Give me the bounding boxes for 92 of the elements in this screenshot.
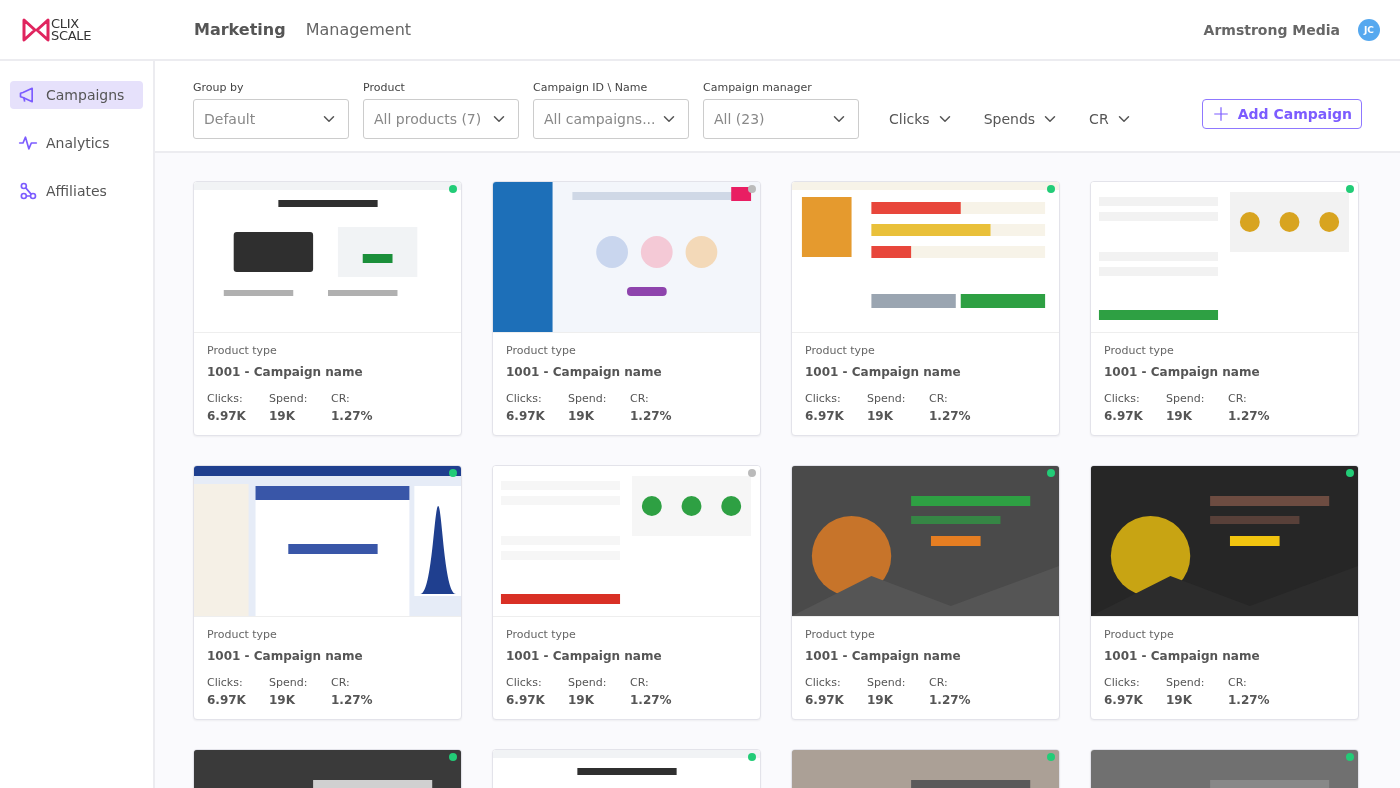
campaign-name: 1001 - Campaign name [1104,365,1261,379]
stat-value: 1.27% [929,693,971,707]
nav-tab[interactable]: Management [305,20,412,39]
sort-menu[interactable]: Clicks [881,107,962,131]
stat-label: Clicks: [805,676,842,689]
stat-label: CR: [331,676,351,689]
campaign-card[interactable]: Product type 1001 - Campaign name Clicks: 6.97K Spend: 19K CR: 1.27% [791,181,1060,436]
dropdown[interactable]: Default [193,99,349,139]
sort-menu[interactable]: CR [1081,107,1141,131]
sidebar-item[interactable]: Affiliates [10,177,143,205]
stat-label: CR: [331,392,351,405]
stat-label: Spend: [269,392,309,405]
stat-value: 6.97K [506,409,546,423]
stat-value: 1.27% [1228,409,1270,423]
stat-value: 1.27% [331,693,373,707]
product-type: Product type [506,628,577,641]
stat-label: Spend: [568,392,608,405]
stat-value: 19K [867,409,894,423]
campaign-name: 1001 - Campaign name [1104,649,1261,663]
nav-tab[interactable]: Marketing [194,20,286,39]
sort-menu[interactable]: Spends [975,107,1068,131]
stat-value: 1.27% [1228,693,1270,707]
product-type: Product type [1104,344,1175,357]
stat-value: 6.97K [1104,409,1144,423]
field-label: Campaign manager [703,81,813,94]
dropdown[interactable]: All products (7) [363,99,519,139]
stat-label: Clicks: [1104,392,1141,405]
dropdown[interactable]: All (23) [703,99,859,139]
product-type: Product type [805,628,876,641]
stat-label: CR: [630,392,650,405]
product-type: Product type [207,628,278,641]
stat-value: 19K [1166,409,1193,423]
stat-value: 6.97K [207,693,247,707]
logo-text: CLIX [51,17,80,30]
stat-label: CR: [929,676,949,689]
logo-text: SCALE [51,29,92,42]
account-name: Armstrong Media [1203,21,1340,38]
stat-value: 19K [1166,693,1193,707]
stat-value: 6.97K [207,409,247,423]
stat-value: 19K [269,409,296,423]
campaign-card[interactable]: Product type 1001 - Campaign name Clicks: 6.97K Spend: 19K CR: 1.27% [1090,181,1359,436]
stat-label: Clicks: [506,676,543,689]
stat-label: Spend: [269,676,309,689]
stat-value: 1.27% [929,409,971,423]
product-type: Product type [506,344,577,357]
stat-label: CR: [929,392,949,405]
campaign-name: 1001 - Campaign name [207,365,364,379]
campaign-card[interactable]: Product type 1001 - Campaign name Clicks: 6.97K Spend: 19K CR: 1.27% [193,465,462,720]
field-label: Campaign ID \ Name [533,81,649,94]
stat-value: 1.27% [630,693,672,707]
stat-value: 1.27% [331,409,373,423]
product-type: Product type [1104,628,1175,641]
stat-label: Clicks: [506,392,543,405]
campaign-card[interactable]: Product type 1001 - Campaign name Clicks: 6.97K Spend: 19K CR: 1.27% [1090,465,1359,720]
campaign-card[interactable]: Product type 1001 - Campaign name Clicks: 6.97K Spend: 19K CR: 1.27% [492,181,761,436]
stat-value: 6.97K [805,693,845,707]
stat-label: CR: [630,676,650,689]
stat-label: Spend: [568,676,608,689]
campaign-card[interactable]: Product type 1001 - Campaign name Clicks: 6.97K Spend: 19K CR: 1.27% [193,181,462,436]
product-type: Product type [207,344,278,357]
sidebar-item[interactable]: Campaigns [10,81,143,109]
stat-label: CR: [1228,676,1248,689]
dropdown[interactable]: All campaigns... [533,99,689,139]
stat-value: 19K [568,409,595,423]
add-campaign-button[interactable]: Add Campaign [1201,99,1362,129]
stat-label: Spend: [1166,676,1206,689]
stat-value: 19K [568,693,595,707]
sidebar-item[interactable]: Analytics [10,129,143,157]
stat-label: Clicks: [207,392,244,405]
stat-label: Spend: [1166,392,1206,405]
stat-value: 1.27% [630,409,672,423]
stat-label: Clicks: [1104,676,1141,689]
campaign-name: 1001 - Campaign name [506,365,663,379]
campaign-name: 1001 - Campaign name [805,365,962,379]
stat-value: 6.97K [506,693,546,707]
stat-value: 6.97K [1104,693,1144,707]
campaign-name: 1001 - Campaign name [207,649,364,663]
product-type: Product type [805,344,876,357]
stat-value: 19K [269,693,296,707]
stat-label: Spend: [867,676,907,689]
stat-label: Clicks: [207,676,244,689]
stat-label: CR: [1228,392,1248,405]
field-label: Product [363,81,406,94]
campaign-card[interactable]: Product type 1001 - Campaign name Clicks: 6.97K Spend: 19K CR: 1.27% [492,465,761,720]
stat-label: Spend: [867,392,907,405]
stat-value: 19K [867,693,894,707]
stat-value: 6.97K [805,409,845,423]
campaign-name: 1001 - Campaign name [805,649,962,663]
field-label: Group by [193,81,245,94]
campaign-card[interactable]: Product type 1001 - Campaign name Clicks: 6.97K Spend: 19K CR: 1.27% [791,465,1060,720]
stat-label: Clicks: [805,392,842,405]
campaign-name: 1001 - Campaign name [506,649,663,663]
